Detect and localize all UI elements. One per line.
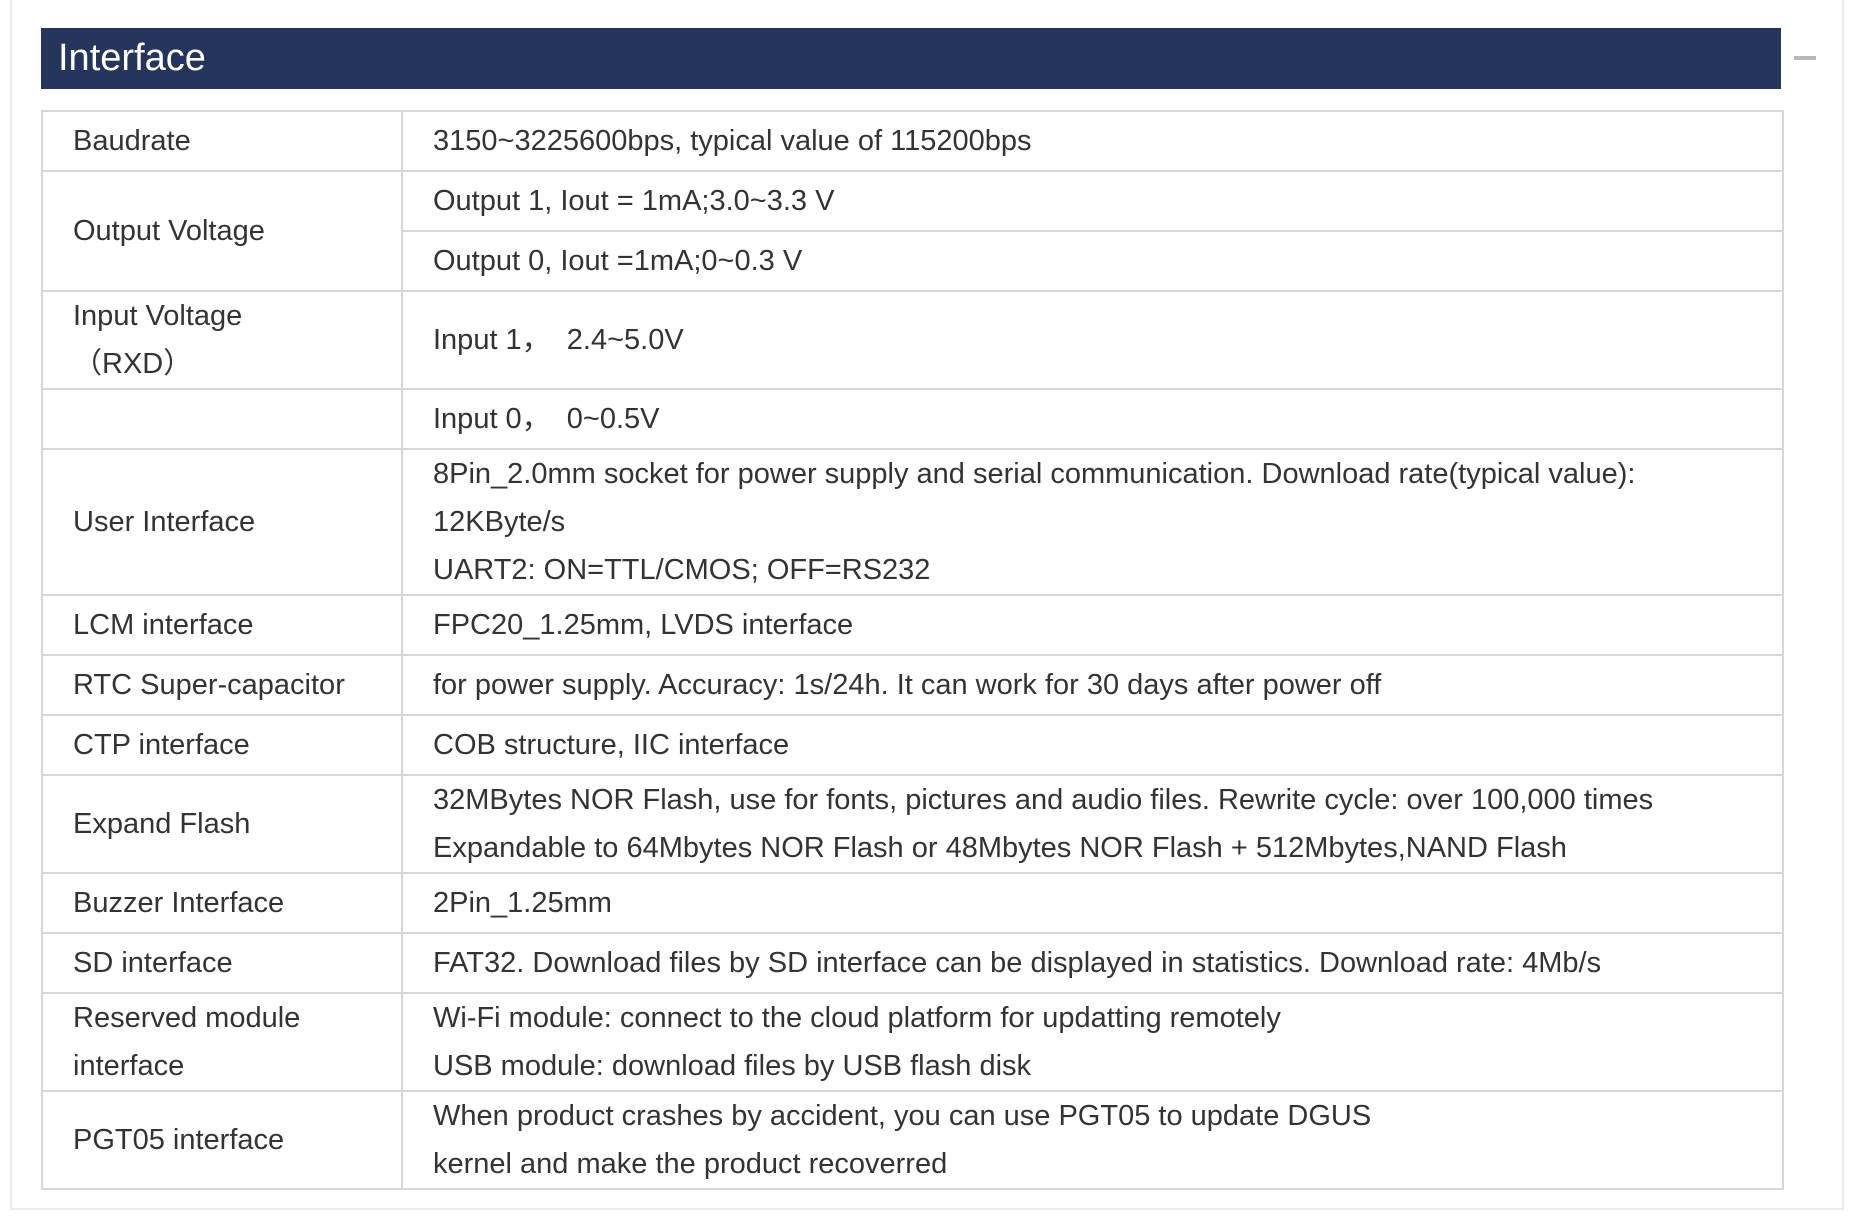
section-header: Interface xyxy=(41,28,1781,89)
row-label: Output Voltage xyxy=(41,170,403,292)
row-label: LCM interface xyxy=(41,594,403,656)
table-row: Buzzer Interface 2Pin_1.25mm xyxy=(41,872,1784,934)
table-row: User Interface 8Pin_2.0mm socket for pow… xyxy=(41,448,1784,596)
row-label: SD interface xyxy=(41,932,403,994)
row-value: Wi-Fi module: connect to the cloud platf… xyxy=(401,992,1784,1092)
row-value: Output 1, Iout = 1mA;3.0~3.3 V xyxy=(401,170,1784,232)
table-row: PGT05 interface When product crashes by … xyxy=(41,1090,1784,1190)
row-label: Baudrate xyxy=(41,110,403,172)
row-label: User Interface xyxy=(41,448,403,596)
row-value: FAT32. Download files by SD interface ca… xyxy=(401,932,1784,994)
minus-icon xyxy=(1794,56,1816,60)
table-row: Input Voltage （RXD） Input 1， 2.4~5.0V xyxy=(41,290,1784,390)
row-label: CTP interface xyxy=(41,714,403,776)
row-value: Input 0， 0~0.5V xyxy=(401,388,1784,450)
row-value: 8Pin_2.0mm socket for power supply and s… xyxy=(401,448,1784,596)
section-title: Interface xyxy=(58,37,206,79)
table-row: CTP interface COB structure, IIC interfa… xyxy=(41,714,1784,776)
table-row: RTC Super-capacitor for power supply. Ac… xyxy=(41,654,1784,716)
spec-table: Baudrate 3150~3225600bps, typical value … xyxy=(41,110,1784,1190)
row-label: Input Voltage （RXD） xyxy=(41,290,403,390)
row-label: PGT05 interface xyxy=(41,1090,403,1190)
table-row: Reserved module interface Wi-Fi module: … xyxy=(41,992,1784,1092)
table-row: Output Voltage Output 1, Iout = 1mA;3.0~… xyxy=(41,170,1784,292)
row-value: 32MBytes NOR Flash, use for fonts, pictu… xyxy=(401,774,1784,874)
row-value: When product crashes by accident, you ca… xyxy=(401,1090,1784,1190)
row-label-sub: （RXD） xyxy=(73,348,193,380)
row-label: Buzzer Interface xyxy=(41,872,403,934)
row-value: 2Pin_1.25mm xyxy=(401,872,1784,934)
table-row: Input 0， 0~0.5V xyxy=(41,388,1784,450)
row-label-empty xyxy=(41,388,403,450)
row-value: Input 1， 2.4~5.0V xyxy=(401,290,1784,390)
row-label: RTC Super-capacitor xyxy=(41,654,403,716)
row-label: Expand Flash xyxy=(41,774,403,874)
row-label: Reserved module interface xyxy=(41,992,403,1092)
table-row: Expand Flash 32MBytes NOR Flash, use for… xyxy=(41,774,1784,874)
row-value: 3150~3225600bps, typical value of 115200… xyxy=(401,110,1784,172)
table-row: Baudrate 3150~3225600bps, typical value … xyxy=(41,110,1784,172)
row-value: Output 0, Iout =1mA;0~0.3 V xyxy=(401,230,1784,292)
row-value: FPC20_1.25mm, LVDS interface xyxy=(401,594,1784,656)
table-row: SD interface FAT32. Download files by SD… xyxy=(41,932,1784,994)
row-value: COB structure, IIC interface xyxy=(401,714,1784,776)
table-row: LCM interface FPC20_1.25mm, LVDS interfa… xyxy=(41,594,1784,656)
row-value: for power supply. Accuracy: 1s/24h. It c… xyxy=(401,654,1784,716)
collapse-button[interactable] xyxy=(1793,44,1837,70)
